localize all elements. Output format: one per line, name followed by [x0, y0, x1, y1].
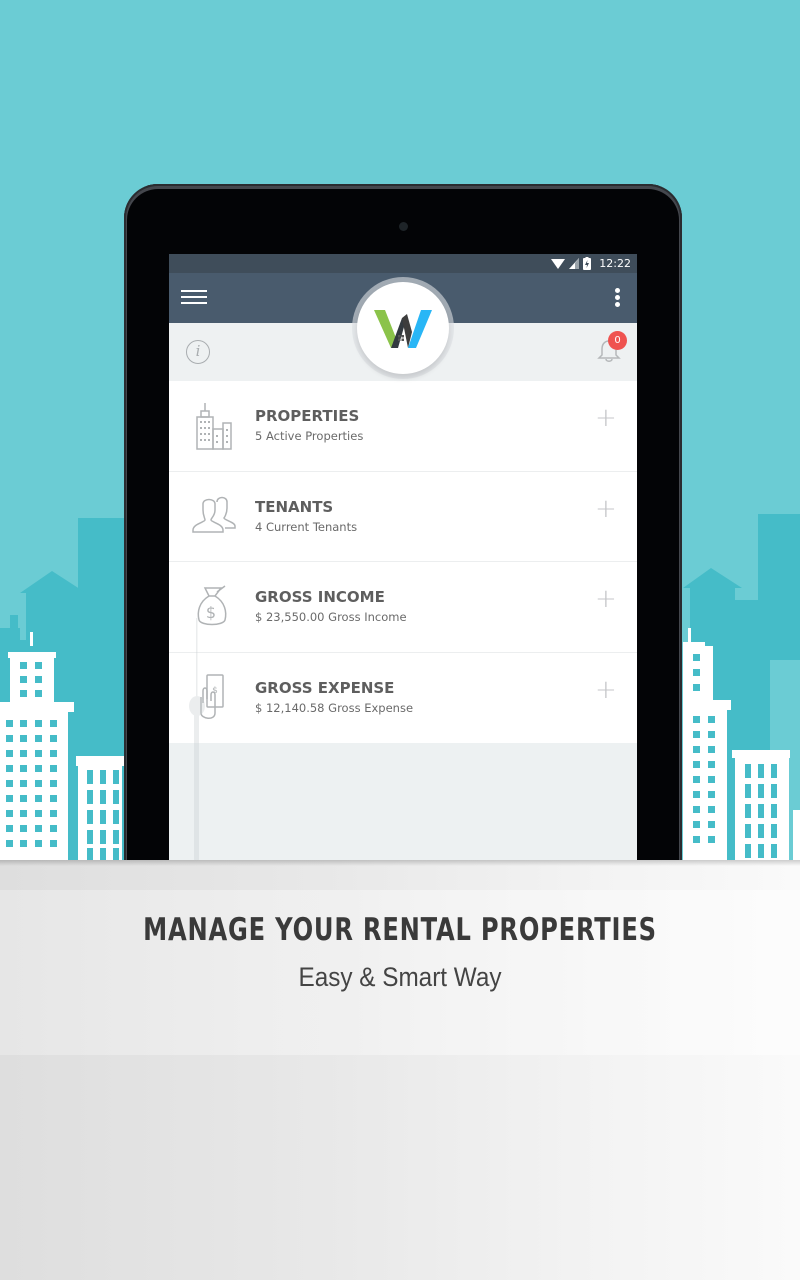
- list-item-tenants[interactable]: TENANTS 4 Current Tenants +: [169, 472, 637, 562]
- promo-subline: Easy & Smart Way: [298, 962, 502, 992]
- row-subtitle: $ 23,550.00 Gross Income: [255, 610, 407, 624]
- row-title: GROSS EXPENSE: [255, 678, 395, 697]
- buildings-icon: [196, 403, 232, 450]
- status-bar: 12:22: [169, 254, 637, 273]
- add-property-button[interactable]: +: [595, 405, 617, 431]
- notification-count-badge: 0: [608, 331, 627, 350]
- add-tenant-button[interactable]: +: [595, 496, 617, 522]
- wifi-icon: [551, 259, 566, 269]
- add-expense-button[interactable]: +: [595, 677, 617, 703]
- row-title: GROSS INCOME: [255, 588, 385, 606]
- svg-text:$: $: [206, 603, 216, 622]
- row-subtitle: 4 Current Tenants: [255, 519, 358, 534]
- svg-text:$: $: [212, 686, 218, 696]
- list-item-gross-income[interactable]: $ GROSS INCOME $ 23,550.00 Gross Income …: [169, 562, 637, 653]
- app-logo[interactable]: [357, 282, 449, 374]
- info-icon[interactable]: i: [186, 340, 210, 364]
- list-item-gross-expense[interactable]: $ GROSS EXPENSE $ 12,140.58 Gross Expens…: [169, 653, 637, 744]
- add-income-button[interactable]: +: [595, 586, 617, 612]
- panel-shadow: [0, 860, 800, 866]
- camera-dot: [399, 222, 408, 231]
- promo-headline: MANAGE YOUR RENTAL PROPERTIES: [143, 912, 657, 948]
- battery-charging-icon: [583, 257, 592, 270]
- dashboard-list: PROPERTIES 5 Active Properties + TENANTS…: [169, 381, 637, 743]
- row-title: PROPERTIES: [255, 407, 360, 425]
- list-item-properties[interactable]: PROPERTIES 5 Active Properties +: [169, 381, 637, 472]
- app-screen: 12:22 i 0 PROPERTIES 5 Active Properties…: [169, 254, 637, 860]
- people-icon: [192, 496, 236, 533]
- tower-silhouette-icon: [189, 618, 205, 860]
- row-subtitle: $ 12,140.58 Gross Expense: [255, 700, 414, 715]
- w-house-logo-icon: [374, 310, 432, 348]
- hamburger-menu-icon[interactable]: [181, 290, 207, 306]
- tablet-device: 12:22 i 0 PROPERTIES 5 Active Properties…: [124, 184, 682, 944]
- status-time: 12:22: [599, 257, 631, 270]
- more-vert-icon[interactable]: [615, 288, 621, 308]
- signal-icon: [569, 258, 580, 269]
- row-subtitle: 5 Active Properties: [255, 429, 364, 443]
- row-title: TENANTS: [255, 497, 334, 516]
